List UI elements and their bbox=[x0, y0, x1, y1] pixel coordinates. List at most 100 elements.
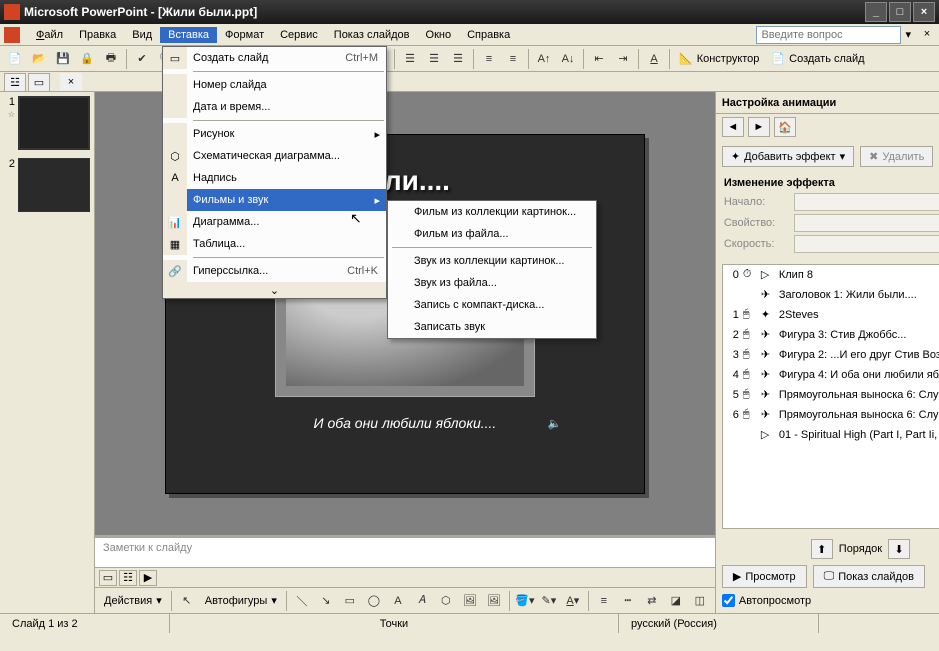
diagram-icon[interactable]: ⬡ bbox=[435, 590, 457, 612]
animation-item[interactable]: 6🖱✈Прямоугольная выноска 6: Слушай, Сти.… bbox=[723, 405, 939, 425]
new-doc-icon[interactable]: 📄 bbox=[4, 48, 26, 70]
new-slide-button[interactable]: 📄 Создать слайд bbox=[766, 48, 869, 70]
font-color-icon[interactable]: A▾ bbox=[562, 590, 584, 612]
indent-icon[interactable]: ⇥ bbox=[612, 48, 634, 70]
mdi-close-button[interactable]: × bbox=[919, 28, 935, 42]
shadow-style-icon[interactable]: ◪ bbox=[665, 590, 687, 612]
save-icon[interactable]: 💾 bbox=[52, 48, 74, 70]
thumbnail-1[interactable]: 1☆ bbox=[4, 96, 90, 150]
autoshapes-menu[interactable]: Автофигуры ▾ bbox=[200, 590, 282, 612]
maximize-button[interactable]: □ bbox=[889, 2, 911, 22]
menu-hyperlink[interactable]: 🔗Гиперссылка...Ctrl+K bbox=[163, 260, 386, 282]
animation-item[interactable]: 2🖱✈Фигура 3: Стив Джоббс... bbox=[723, 325, 939, 345]
help-search-input[interactable] bbox=[756, 26, 901, 44]
menu-date-time[interactable]: Дата и время... bbox=[163, 96, 386, 118]
sorter-view-icon[interactable]: ☷ bbox=[119, 570, 137, 586]
menu-tools[interactable]: Сервис bbox=[272, 27, 326, 43]
submenu-sound-clip[interactable]: Звук из коллекции картинок... bbox=[388, 250, 596, 272]
menu-window[interactable]: Окно bbox=[418, 27, 460, 43]
slideshow-view-icon[interactable]: ▶ bbox=[139, 570, 157, 586]
help-search-dropdown-icon[interactable]: ▾ bbox=[901, 28, 915, 41]
menu-slide-number[interactable]: Номер слайда bbox=[163, 74, 386, 96]
nav-forward-icon[interactable]: ► bbox=[748, 117, 770, 137]
start-select[interactable] bbox=[794, 193, 939, 211]
clipart-icon[interactable]: 🖼 bbox=[459, 590, 481, 612]
move-down-icon[interactable]: ⬇ bbox=[888, 539, 910, 559]
print-icon[interactable]: 🖶 bbox=[100, 48, 122, 70]
open-icon[interactable]: 📂 bbox=[28, 48, 50, 70]
submenu-cd-audio[interactable]: Запись с компакт-диска... bbox=[388, 294, 596, 316]
menu-format[interactable]: Формат bbox=[217, 27, 272, 43]
nav-back-icon[interactable]: ◄ bbox=[722, 117, 744, 137]
font-shrink-icon[interactable]: A↓ bbox=[557, 48, 579, 70]
menu-textbox[interactable]: AНадпись bbox=[163, 167, 386, 189]
actions-menu[interactable]: Действия ▾ bbox=[99, 590, 167, 612]
bullet-list-icon[interactable]: ≡ bbox=[502, 48, 524, 70]
wordart-icon[interactable]: 𝐴 bbox=[411, 590, 433, 612]
menu-new-slide[interactable]: ▭Создать слайдCtrl+M bbox=[163, 47, 386, 69]
menu-picture[interactable]: Рисунок▸ bbox=[163, 123, 386, 145]
submenu-sound-file[interactable]: Звук из файла... bbox=[388, 272, 596, 294]
menu-table[interactable]: ▦Таблица... bbox=[163, 233, 386, 255]
delete-effect-button[interactable]: ✖ Удалить bbox=[860, 146, 933, 167]
designer-button[interactable]: 📐 Конструктор bbox=[674, 48, 764, 70]
tab-close-icon[interactable]: × bbox=[60, 73, 82, 91]
menu-edit[interactable]: Правка bbox=[71, 27, 124, 43]
outdent-icon[interactable]: ⇤ bbox=[588, 48, 610, 70]
menu-insert[interactable]: Вставка bbox=[160, 27, 217, 43]
submenu-movie-file[interactable]: Фильм из файла... bbox=[388, 223, 596, 245]
speed-select[interactable] bbox=[794, 235, 939, 253]
menu-help[interactable]: Справка bbox=[459, 27, 518, 43]
nav-home-icon[interactable]: 🏠 bbox=[774, 117, 796, 137]
arrow-style-icon[interactable]: ⇄ bbox=[641, 590, 663, 612]
align-center-icon[interactable]: ☰ bbox=[423, 48, 445, 70]
tab-slides[interactable]: ▭ bbox=[28, 73, 50, 91]
line-style-icon[interactable]: ≡ bbox=[593, 590, 615, 612]
menu-movies-sound[interactable]: Фильмы и звук▸ bbox=[163, 189, 386, 211]
3d-style-icon[interactable]: ◫ bbox=[689, 590, 711, 612]
normal-view-icon[interactable]: ▭ bbox=[99, 570, 117, 586]
animation-item[interactable]: 3🖱✈Фигура 2: ...И его друг Стив Возняк bbox=[723, 345, 939, 365]
animation-item[interactable]: ✈Заголовок 1: Жили были.... bbox=[723, 285, 939, 305]
permissions-icon[interactable]: 🔒 bbox=[76, 48, 98, 70]
menu-view[interactable]: Вид bbox=[124, 27, 160, 43]
menu-diagram[interactable]: ⬡Схематическая диаграмма... bbox=[163, 145, 386, 167]
menu-file[interactable]: Файл bbox=[28, 27, 71, 43]
animation-item[interactable]: ▷01 - Spiritual High (Part I, Part Ii, P… bbox=[723, 425, 939, 445]
add-effect-button[interactable]: ✦ Добавить эффект ▾ bbox=[722, 146, 854, 167]
submenu-record-sound[interactable]: Записать звук bbox=[388, 316, 596, 338]
thumbnail-2[interactable]: 2 bbox=[4, 158, 90, 212]
close-button[interactable]: × bbox=[913, 2, 935, 22]
align-right-icon[interactable]: ☰ bbox=[447, 48, 469, 70]
notes-pane[interactable]: Заметки к слайду bbox=[95, 535, 715, 567]
line-color-icon[interactable]: ✎▾ bbox=[538, 590, 560, 612]
animation-item[interactable]: 5🖱✈Прямоугольная выноска 6: Слушай, Сти.… bbox=[723, 385, 939, 405]
move-up-icon[interactable]: ⬆ bbox=[811, 539, 833, 559]
minimize-button[interactable]: _ bbox=[865, 2, 887, 22]
font-color-icon[interactable]: A bbox=[643, 48, 665, 70]
slideshow-button[interactable]: 🖵 Показ слайдов bbox=[813, 565, 925, 588]
numbered-list-icon[interactable]: ≡ bbox=[478, 48, 500, 70]
animation-list[interactable]: 0⏱▷Клип 8✈Заголовок 1: Жили были....1🖱✦2… bbox=[722, 264, 939, 529]
fill-color-icon[interactable]: 🪣▾ bbox=[514, 590, 536, 612]
menu-expand-icon[interactable]: ⌄ bbox=[163, 282, 386, 298]
animation-item[interactable]: 4🖱✈Фигура 4: И оба они любили яблоки.... bbox=[723, 365, 939, 385]
textbox-icon[interactable]: A bbox=[387, 590, 409, 612]
property-select[interactable] bbox=[794, 214, 939, 232]
animation-item[interactable]: 1🖱✦2Steves bbox=[723, 305, 939, 325]
align-left2-icon[interactable]: ☰ bbox=[399, 48, 421, 70]
spellcheck-icon[interactable]: ✔ bbox=[131, 48, 153, 70]
autopreview-checkbox[interactable]: Автопросмотр bbox=[722, 594, 939, 607]
submenu-movie-clip[interactable]: Фильм из коллекции картинок... bbox=[388, 201, 596, 223]
menu-slideshow[interactable]: Показ слайдов bbox=[326, 27, 418, 43]
arrow-icon[interactable]: ↘ bbox=[315, 590, 337, 612]
preview-button[interactable]: ▶ Просмотр bbox=[722, 565, 807, 588]
dash-style-icon[interactable]: ┅ bbox=[617, 590, 639, 612]
font-grow-icon[interactable]: A↑ bbox=[533, 48, 555, 70]
picture-icon[interactable]: 🖼 bbox=[483, 590, 505, 612]
animation-item[interactable]: 0⏱▷Клип 8 bbox=[723, 265, 939, 285]
menu-chart[interactable]: 📊Диаграмма... bbox=[163, 211, 386, 233]
select-arrow-icon[interactable]: ↖ bbox=[176, 590, 198, 612]
line-icon[interactable]: ＼ bbox=[291, 590, 313, 612]
rectangle-icon[interactable]: ▭ bbox=[339, 590, 361, 612]
